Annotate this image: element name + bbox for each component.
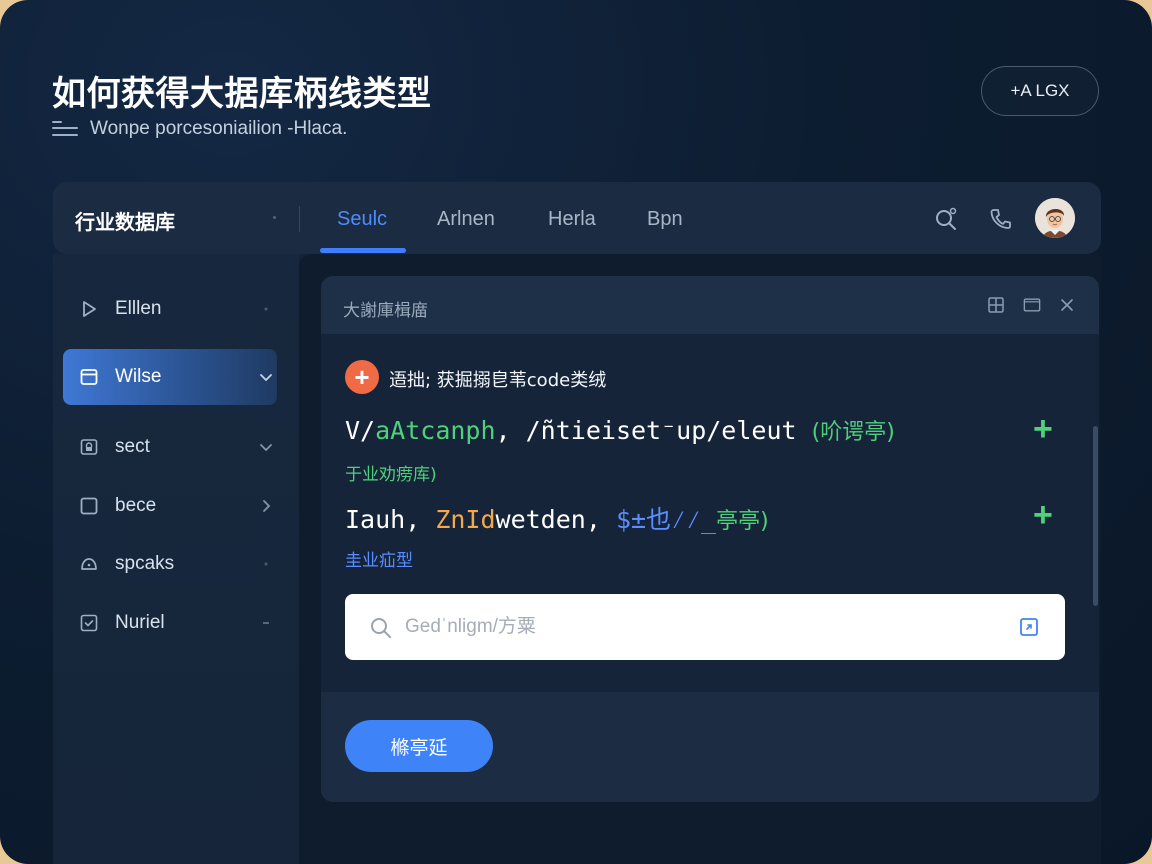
primary-button[interactable]: 樤亭延 (345, 720, 493, 772)
sidebar: Elllen Wilse sect bece spcaks Nuriel (53, 254, 299, 864)
panel-header: 大謝庫楫庿 (321, 276, 1099, 334)
code-token: 亭亭) (716, 509, 769, 534)
code-line-1: V/aAtcanph, /ñtieiset⁻up/eleut (吤谔亭) (345, 414, 895, 446)
prompt-text: 逜拙; 获掘搦皀苇code类绒 (389, 370, 607, 391)
sidebar-item-label: bece (115, 495, 157, 516)
divider (299, 206, 300, 232)
subtitle-row: Wonpe porcesoniailion -Hlaca. (52, 118, 347, 140)
add-line-2-button[interactable]: + (1033, 498, 1053, 532)
sidebar-item-label: sect (115, 436, 150, 457)
expand-icon[interactable] (1019, 617, 1039, 637)
dot-icon (264, 307, 268, 311)
page-title: 如何获得大据库柄线类型 (52, 74, 432, 114)
content-area: 大謝庫楫庿 + 逜拙; 获掘搦皀苇code类绒 V/aAtcanph, /ñti… (299, 254, 1101, 864)
app-window: 如何获得大据库柄线类型 Wonpe porcesoniailion -Hlaca… (0, 0, 1152, 864)
sidebar-item-spcaks[interactable]: spcaks (63, 536, 277, 592)
search-icon[interactable] (933, 206, 959, 232)
tab-seulc[interactable]: Seulc (337, 208, 387, 231)
sidebar-item-label: spcaks (115, 553, 175, 574)
sidebar-item-sect[interactable]: sect (63, 419, 277, 475)
dash-icon (263, 622, 269, 624)
tab-arlnen[interactable]: Arlnen (437, 208, 495, 231)
avatar[interactable] (1035, 198, 1075, 238)
top-navigation: 行业数据库 Seulc Arlnen Herla Bpn (53, 182, 1101, 254)
grid-icon[interactable] (987, 296, 1005, 314)
tab-bpn[interactable]: Bpn (647, 208, 683, 231)
chevron-down-icon (260, 374, 272, 382)
maximize-icon[interactable] (1023, 296, 1041, 314)
search-field[interactable] (345, 594, 1065, 660)
add-icon[interactable]: + (345, 360, 379, 394)
panel-body: + 逜拙; 获掘搦皀苇code类绒 V/aAtcanph, /ñtieiset⁻… (321, 334, 1099, 738)
code-token: V/ (345, 416, 376, 445)
window-icon (80, 369, 98, 385)
editor-panel: 大謝庫楫庿 + 逜拙; 获掘搦皀苇code类绒 V/aAtcanph, /ñti… (321, 276, 1099, 802)
code-token: (吤谔亭) (811, 420, 895, 445)
line-2-tag: 圭业疝型 (345, 551, 413, 571)
code-token: Iauh, (345, 505, 436, 534)
panel-footer: 樤亭延 (321, 692, 1099, 802)
tab-herla[interactable]: Herla (548, 208, 596, 231)
code-token: aAtcanph (375, 416, 496, 445)
square-icon (80, 497, 98, 515)
sidebar-item-label: Elllen (115, 298, 162, 319)
sidebar-item-nuriel[interactable]: Nuriel (63, 595, 277, 651)
check-box-icon (80, 614, 98, 632)
close-icon[interactable] (1058, 296, 1076, 314)
list-icon (52, 118, 78, 140)
lock-icon (80, 439, 98, 455)
active-tab-indicator (320, 248, 406, 253)
top-action-button[interactable]: +A LGX (981, 66, 1099, 116)
code-token: , /ñtieiset⁻up/eleut (495, 416, 812, 445)
sidebar-item-wilse[interactable]: Wilse (63, 349, 277, 405)
code-token: ZnId (435, 505, 496, 534)
cloud-icon (81, 558, 97, 570)
code-token: $±也⁄⁄_ (615, 505, 717, 534)
line-1-tag: 于业劝痨库) (345, 465, 437, 485)
chevron-right-icon (263, 500, 271, 512)
app-container: 行业数据库 Seulc Arlnen Herla Bpn Elllen Wils… (53, 182, 1101, 864)
sidebar-item-label: Wilse (115, 366, 162, 387)
play-icon (83, 301, 96, 317)
panel-title: 大謝庫楫庿 (343, 301, 428, 320)
brand-dot (273, 216, 276, 219)
scrollbar[interactable] (1093, 426, 1098, 606)
sidebar-item-ellen[interactable]: Elllen (63, 281, 277, 337)
phone-icon[interactable] (987, 206, 1013, 232)
sidebar-item-label: Nuriel (115, 612, 165, 633)
page-subtitle: Wonpe porcesoniailion -Hlaca. (90, 118, 348, 139)
brand-title: 行业数据库 (75, 210, 175, 234)
dot-icon (264, 562, 268, 566)
sidebar-item-bece[interactable]: bece (63, 478, 277, 534)
code-line-2: Iauh, ZnIdwetden, $±也⁄⁄_亭亭) (345, 500, 769, 536)
code-token: wetden, (495, 505, 616, 534)
chevron-down-icon (260, 444, 272, 452)
search-input[interactable] (405, 612, 1005, 642)
search-icon (371, 618, 391, 638)
add-line-1-button[interactable]: + (1033, 412, 1053, 446)
